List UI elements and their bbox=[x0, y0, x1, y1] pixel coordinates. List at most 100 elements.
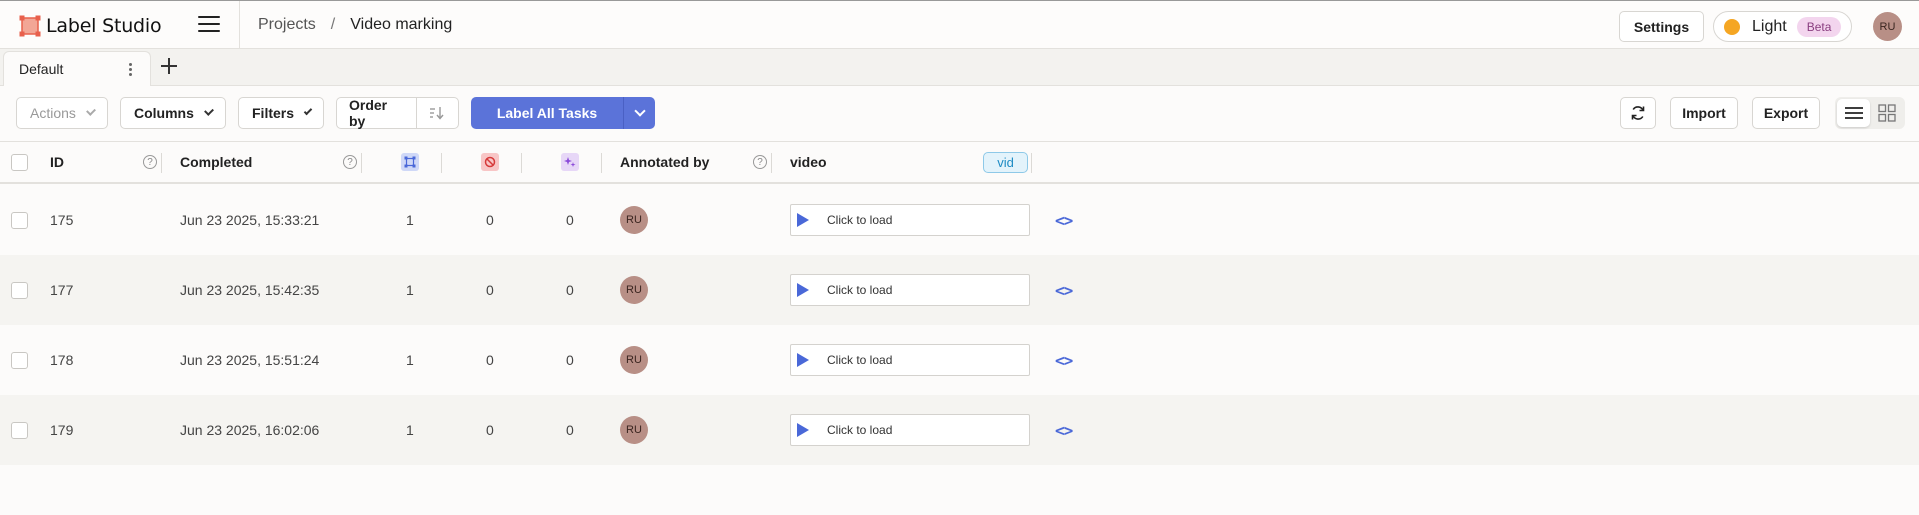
cell-completed: Jun 23 2025, 15:51:24 bbox=[180, 352, 320, 368]
cell-predictions-count: 0 bbox=[566, 212, 574, 228]
main-menu-button[interactable] bbox=[198, 16, 220, 34]
select-all-cell bbox=[11, 142, 28, 182]
columns-label: Columns bbox=[134, 105, 194, 121]
column-resizer[interactable] bbox=[1031, 153, 1032, 173]
view-mode-toggle bbox=[1835, 97, 1905, 129]
play-icon bbox=[797, 423, 809, 437]
chevron-down-icon bbox=[85, 106, 96, 116]
actions-dropdown[interactable]: Actions bbox=[16, 97, 108, 129]
table-row[interactable]: 178 Jun 23 2025, 15:51:24 1 0 0 RU Click… bbox=[0, 325, 1919, 395]
row-checkbox[interactable] bbox=[11, 351, 28, 369]
column-resizer[interactable] bbox=[601, 153, 602, 173]
chevron-down-icon bbox=[303, 106, 313, 116]
menu-icon-line bbox=[198, 23, 220, 25]
table-header: ID ? Completed ? Annotated by ? video vi… bbox=[0, 142, 1919, 184]
annotator-avatar[interactable]: RU bbox=[620, 206, 648, 234]
video-load-button[interactable]: Click to load bbox=[790, 204, 1030, 236]
cell-completed: Jun 23 2025, 16:02:06 bbox=[180, 422, 320, 438]
refresh-icon bbox=[1631, 106, 1645, 120]
columns-dropdown[interactable]: Columns bbox=[120, 97, 226, 129]
tab-label: Default bbox=[19, 61, 64, 77]
actions-label: Actions bbox=[30, 105, 76, 121]
column-header-annotated-by[interactable]: Annotated by bbox=[620, 142, 709, 182]
filters-dropdown[interactable]: Filters bbox=[238, 97, 324, 129]
app-name: Label Studio bbox=[46, 15, 162, 37]
column-header-video[interactable]: video bbox=[790, 142, 827, 182]
refresh-button[interactable] bbox=[1620, 97, 1656, 129]
video-type-tag: vid bbox=[983, 152, 1028, 173]
column-resizer[interactable] bbox=[441, 153, 442, 173]
row-checkbox[interactable] bbox=[11, 281, 28, 299]
sun-icon bbox=[1724, 18, 1740, 35]
video-load-button[interactable]: Click to load bbox=[790, 274, 1030, 306]
column-header-predictions[interactable] bbox=[561, 142, 579, 182]
help-icon[interactable]: ? bbox=[753, 155, 767, 169]
theme-label: Light bbox=[1752, 17, 1787, 35]
cell-id: 175 bbox=[50, 212, 74, 228]
code-view-icon[interactable]: <> bbox=[1055, 351, 1073, 370]
cell-predictions-count: 0 bbox=[566, 422, 574, 438]
help-icon[interactable]: ? bbox=[143, 155, 157, 169]
add-tab-button[interactable] bbox=[160, 57, 178, 75]
column-header-id[interactable]: ID bbox=[50, 142, 64, 182]
video-load-button[interactable]: Click to load bbox=[790, 344, 1030, 376]
column-resizer[interactable] bbox=[771, 153, 772, 173]
label-all-tasks-button[interactable]: Label All Tasks bbox=[471, 97, 655, 129]
sort-direction-icon[interactable] bbox=[417, 106, 458, 120]
label-options-dropdown[interactable] bbox=[624, 105, 655, 117]
list-view-button[interactable] bbox=[1837, 99, 1870, 127]
breadcrumb-current-project: Video marking bbox=[350, 16, 453, 33]
table-row[interactable]: 179 Jun 23 2025, 16:02:06 1 0 0 RU Click… bbox=[0, 395, 1919, 465]
table-row[interactable]: 175 Jun 23 2025, 15:33:21 1 0 0 RU Click… bbox=[0, 185, 1919, 255]
chevron-down-icon bbox=[203, 106, 214, 116]
cell-predictions-count: 0 bbox=[566, 282, 574, 298]
cell-annotations-count: 1 bbox=[406, 352, 414, 368]
export-button[interactable]: Export bbox=[1752, 97, 1820, 129]
cell-id: 177 bbox=[50, 282, 74, 298]
column-resizer[interactable] bbox=[521, 153, 522, 173]
help-icon[interactable]: ? bbox=[343, 155, 357, 169]
cell-skipped-count: 0 bbox=[486, 212, 494, 228]
breadcrumb: Projects / Video marking bbox=[258, 16, 452, 34]
video-load-button[interactable]: Click to load bbox=[790, 414, 1030, 446]
breadcrumb-separator: / bbox=[330, 16, 336, 33]
annotations-icon bbox=[401, 153, 419, 171]
beta-badge: Beta bbox=[1796, 16, 1842, 37]
annotator-avatar[interactable]: RU bbox=[620, 276, 648, 304]
column-header-annotations[interactable] bbox=[401, 142, 419, 182]
row-checkbox[interactable] bbox=[11, 421, 28, 439]
cell-skipped-count: 0 bbox=[486, 352, 494, 368]
grid-view-icon bbox=[1877, 104, 1896, 122]
column-header-skipped[interactable] bbox=[481, 142, 499, 182]
menu-icon-line bbox=[198, 16, 220, 18]
cell-predictions-count: 0 bbox=[566, 352, 574, 368]
column-resizer[interactable] bbox=[161, 153, 162, 173]
cell-skipped-count: 0 bbox=[486, 422, 494, 438]
code-view-icon[interactable]: <> bbox=[1055, 281, 1073, 300]
tab-options-icon[interactable] bbox=[129, 63, 132, 78]
theme-toggle[interactable]: Light Beta bbox=[1713, 11, 1852, 42]
select-all-checkbox[interactable] bbox=[11, 153, 28, 171]
filters-label: Filters bbox=[252, 105, 295, 121]
cell-annotations-count: 1 bbox=[406, 422, 414, 438]
row-checkbox[interactable] bbox=[11, 211, 28, 229]
order-by-control[interactable]: Order by bbox=[336, 97, 459, 129]
settings-button[interactable]: Settings bbox=[1619, 11, 1704, 42]
order-by-label: Order by bbox=[337, 97, 417, 129]
user-avatar[interactable]: RU bbox=[1873, 12, 1902, 41]
tab-default[interactable]: Default bbox=[3, 51, 151, 86]
annotator-avatar[interactable]: RU bbox=[620, 416, 648, 444]
view-tabs-bar: Default bbox=[0, 49, 1919, 86]
code-view-icon[interactable]: <> bbox=[1055, 211, 1073, 230]
app-logo[interactable]: Label Studio bbox=[19, 15, 162, 37]
column-header-completed[interactable]: Completed bbox=[180, 142, 252, 182]
column-resizer[interactable] bbox=[361, 153, 362, 173]
annotator-avatar[interactable]: RU bbox=[620, 346, 648, 374]
grid-view-button[interactable] bbox=[1870, 99, 1903, 127]
menu-icon-line bbox=[198, 30, 220, 32]
data-manager-toolbar: Actions Columns Filters Order by Label A… bbox=[0, 86, 1919, 142]
code-view-icon[interactable]: <> bbox=[1055, 421, 1073, 440]
import-button[interactable]: Import bbox=[1670, 97, 1738, 129]
table-row[interactable]: 177 Jun 23 2025, 15:42:35 1 0 0 RU Click… bbox=[0, 255, 1919, 325]
breadcrumb-projects-link[interactable]: Projects bbox=[258, 16, 316, 34]
